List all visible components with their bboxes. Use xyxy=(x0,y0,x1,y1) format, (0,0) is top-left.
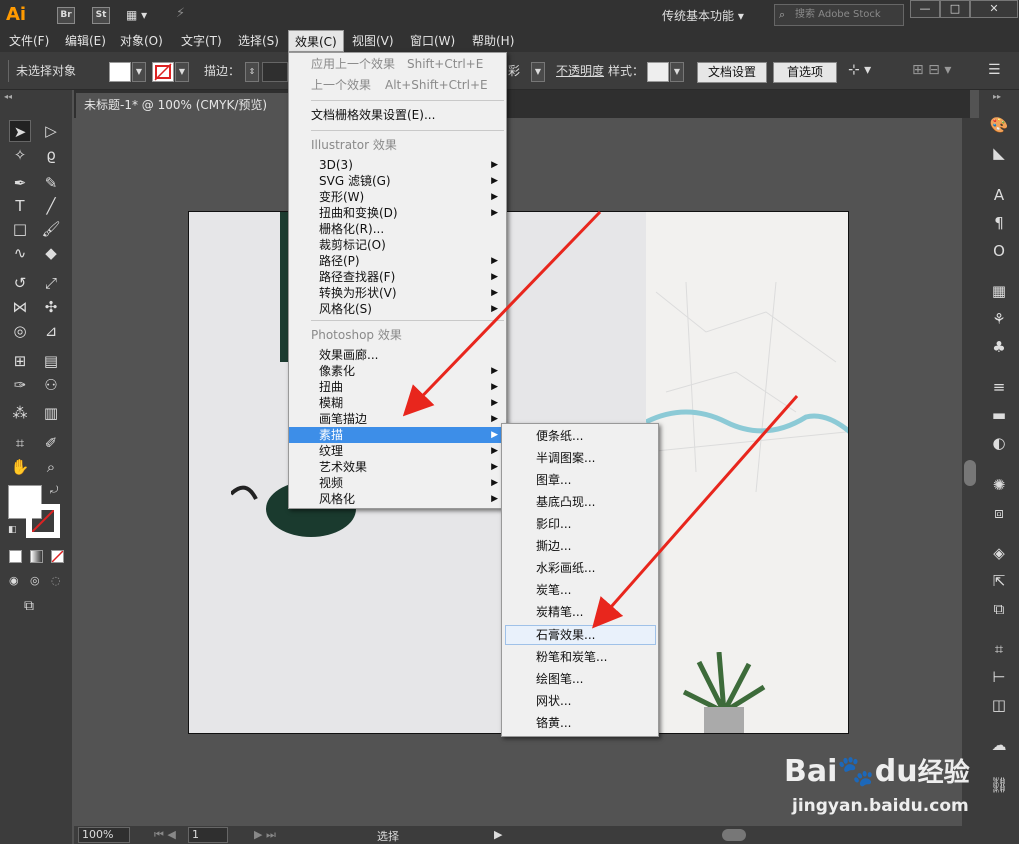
watermark-brand-2: du xyxy=(874,754,918,789)
paw-icon: 🐾 xyxy=(837,754,875,789)
watermark-url: jingyan.baidu.com xyxy=(792,796,969,816)
annotation-arrows xyxy=(402,210,799,629)
watermark-logo: Bai🐾du经验 xyxy=(784,752,970,789)
annotation-arrow-1 xyxy=(402,210,602,417)
watermark-brand-3: 经验 xyxy=(917,758,970,788)
annotation-arrow-2 xyxy=(592,395,799,629)
watermark-brand: Bai xyxy=(784,754,838,789)
